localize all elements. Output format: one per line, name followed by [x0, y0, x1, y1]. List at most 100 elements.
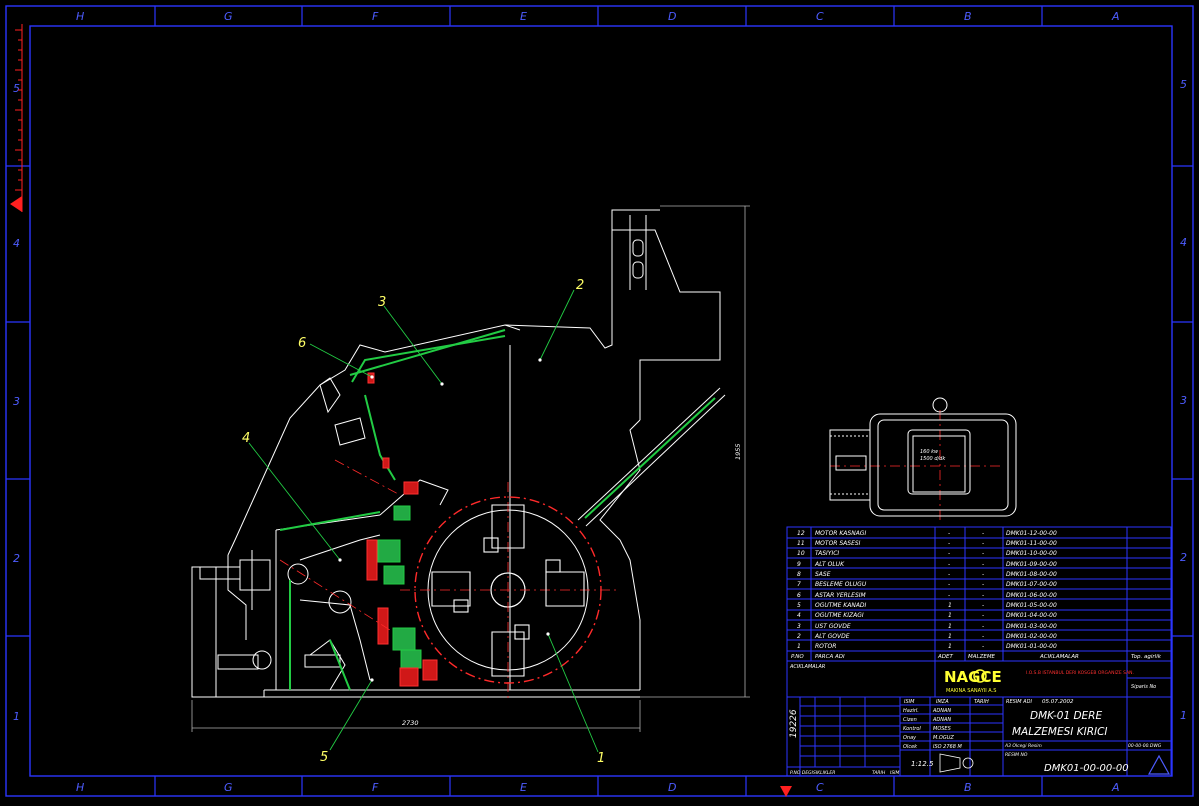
header-name: PARCA ADI — [815, 654, 845, 660]
row-no: 5 — [797, 602, 801, 609]
balloon-1: 1 — [597, 751, 605, 766]
scale-ruler — [15, 24, 23, 212]
row-qty: - — [948, 550, 950, 557]
approval-label: Kontrol — [903, 726, 921, 732]
row-code: DMK01-11-00-00 — [1006, 540, 1057, 547]
approval-value: ADNAN — [932, 708, 951, 714]
row-mat: - — [982, 561, 984, 568]
leader-dots — [338, 358, 550, 682]
row-qty: - — [948, 530, 950, 537]
zone-top-g: G — [224, 10, 233, 23]
approval-value: ADNAN — [932, 717, 951, 723]
balloon-3: 3 — [378, 295, 386, 310]
drawing-frame — [5, 5, 1194, 797]
approval-label: Cizen — [903, 717, 917, 723]
row-qty: 1 — [948, 643, 952, 650]
zone-right-3: 3 — [1180, 394, 1187, 407]
name-header: ISIM — [904, 699, 915, 705]
table-row: 11 MOTOR SASESI - - DMK01-11-00-00 — [797, 540, 1057, 547]
table-header: P.NO PARCA ADI ADET MALZEME ACIKLAMALAR … — [791, 654, 1162, 660]
zone-left-1: 1 — [13, 710, 20, 723]
balloon-5: 5 — [320, 750, 328, 765]
row-name: ASTAR YERLESIM — [814, 592, 867, 599]
header-mat: MALZEME — [968, 654, 996, 660]
centerlines — [279, 410, 1000, 631]
date-header: TARIH — [974, 699, 989, 705]
motor-speed-label: 1500 d/dk — [920, 456, 946, 462]
zone-right-4: 4 — [1180, 236, 1187, 249]
row-mat: - — [982, 592, 984, 599]
row-code: DMK01-06-00-00 — [1006, 592, 1057, 599]
file-name: 00-00-00.DWG — [1128, 743, 1162, 749]
revision-date-label: TARIH — [872, 770, 886, 776]
company-logo: NAGCE MAKINA SANAYII A.S I.O.S.B ISTANBU… — [944, 668, 1134, 694]
zone-left-4: 4 — [13, 237, 20, 250]
approval-label: Onay — [903, 735, 917, 741]
drawing-title-line2: MALZEMESI KIRICI — [1012, 726, 1108, 738]
row-qty: - — [948, 592, 950, 599]
row-code: DMK01-07-00-00 — [1006, 581, 1057, 588]
row-no: 10 — [797, 550, 805, 557]
revision-name-label: ISIM — [890, 770, 900, 776]
drawing-number: DMK01-00-00-00 — [1044, 763, 1129, 774]
row-name: MOTOR KASNAGI — [815, 530, 866, 537]
row-mat: - — [982, 602, 984, 609]
resim-adi-label: RESIM ADI — [1006, 699, 1032, 705]
file-label: A3 Olcegi Resim — [1004, 743, 1042, 749]
table-row: 9 ALT OLUK - - DMK01-09-00-00 — [797, 561, 1057, 568]
row-no: 8 — [797, 571, 801, 578]
header-notes: ACIKLAMALAR — [1039, 654, 1079, 660]
leader-lines — [248, 289, 599, 753]
row-qty: - — [948, 571, 950, 578]
zone-left-5: 5 — [13, 82, 20, 95]
row-qty: 1 — [948, 612, 952, 619]
drawing-no-label: RESIM NO — [1005, 752, 1028, 758]
row-name: ROTOR — [815, 643, 836, 650]
row-qty: - — [948, 581, 950, 588]
zone-top-b: B — [964, 10, 972, 23]
row-name: TASIYICI — [815, 550, 839, 557]
dimension-height-label: 1955 — [734, 443, 742, 460]
row-code: DMK01-04-00-00 — [1006, 612, 1057, 619]
row-code: DMK01-12-00-00 — [1006, 530, 1057, 537]
zone-bottom-g: G — [224, 781, 233, 794]
row-code: DMK01-10-00-00 — [1006, 550, 1057, 557]
row-code: DMK01-09-00-00 — [1006, 561, 1057, 568]
row-name: BESLEME OLUGU — [815, 581, 867, 588]
row-mat: - — [982, 571, 984, 578]
row-mat: - — [982, 612, 984, 619]
table-row: 6 ASTAR YERLESIM - - DMK01-06-00-00 — [797, 592, 1057, 599]
zone-right-2: 2 — [1180, 551, 1187, 564]
table-row: 5 OGUTME KANADI 1 - DMK01-05-00-00 — [797, 602, 1057, 609]
zone-bottom-d: D — [668, 781, 676, 794]
zone-bottom-b: B — [964, 781, 972, 794]
table-row: 10 TASIYICI - - DMK01-10-00-00 — [797, 550, 1057, 557]
green-liners — [279, 329, 716, 691]
header-no: P.NO — [791, 654, 804, 660]
table-row: 1 ROTOR 1 - DMK01-01-00-00 — [797, 643, 1057, 650]
zone-top-e: E — [520, 10, 527, 23]
row-code: DMK01-03-00-00 — [1006, 623, 1057, 630]
table-row: 4 OGUTME KIZAGI 1 - DMK01-04-00-00 — [797, 612, 1057, 619]
zone-bottom-a: A — [1111, 781, 1120, 794]
zone-left-2: 2 — [13, 552, 20, 565]
row-qty: - — [948, 561, 950, 568]
cad-drawing-canvas: H G F E D C B A H G F E D C B A 5 4 3 2 … — [0, 0, 1199, 802]
approval-value: M.OGUZ — [933, 735, 954, 741]
zone-left-3: 3 — [13, 395, 20, 408]
zone-top-c: C — [816, 10, 824, 23]
company-logo-text: NAGCE — [944, 668, 1002, 686]
row-code: DMK01-02-00-00 — [1006, 633, 1057, 640]
zone-top-a: A — [1111, 10, 1120, 23]
row-name: SASE — [815, 571, 831, 578]
row-qty: 1 — [948, 602, 952, 609]
row-code: DMK01-05-00-00 — [1006, 602, 1057, 609]
zone-bottom-f: F — [372, 781, 379, 794]
row-name: ALT GOVDE — [814, 633, 850, 640]
zone-labels: H G F E D C B A H G F E D C B A 5 4 3 2 … — [13, 10, 1187, 794]
header-weight: Top. agirlik — [1131, 654, 1162, 660]
table-row: 12 MOTOR KASNAGI - - DMK01-12-00-00 — [797, 530, 1057, 537]
row-mat: - — [982, 530, 984, 537]
table-row: 8 SASE - - DMK01-08-00-00 — [797, 571, 1057, 578]
row-qty: 1 — [948, 623, 952, 630]
